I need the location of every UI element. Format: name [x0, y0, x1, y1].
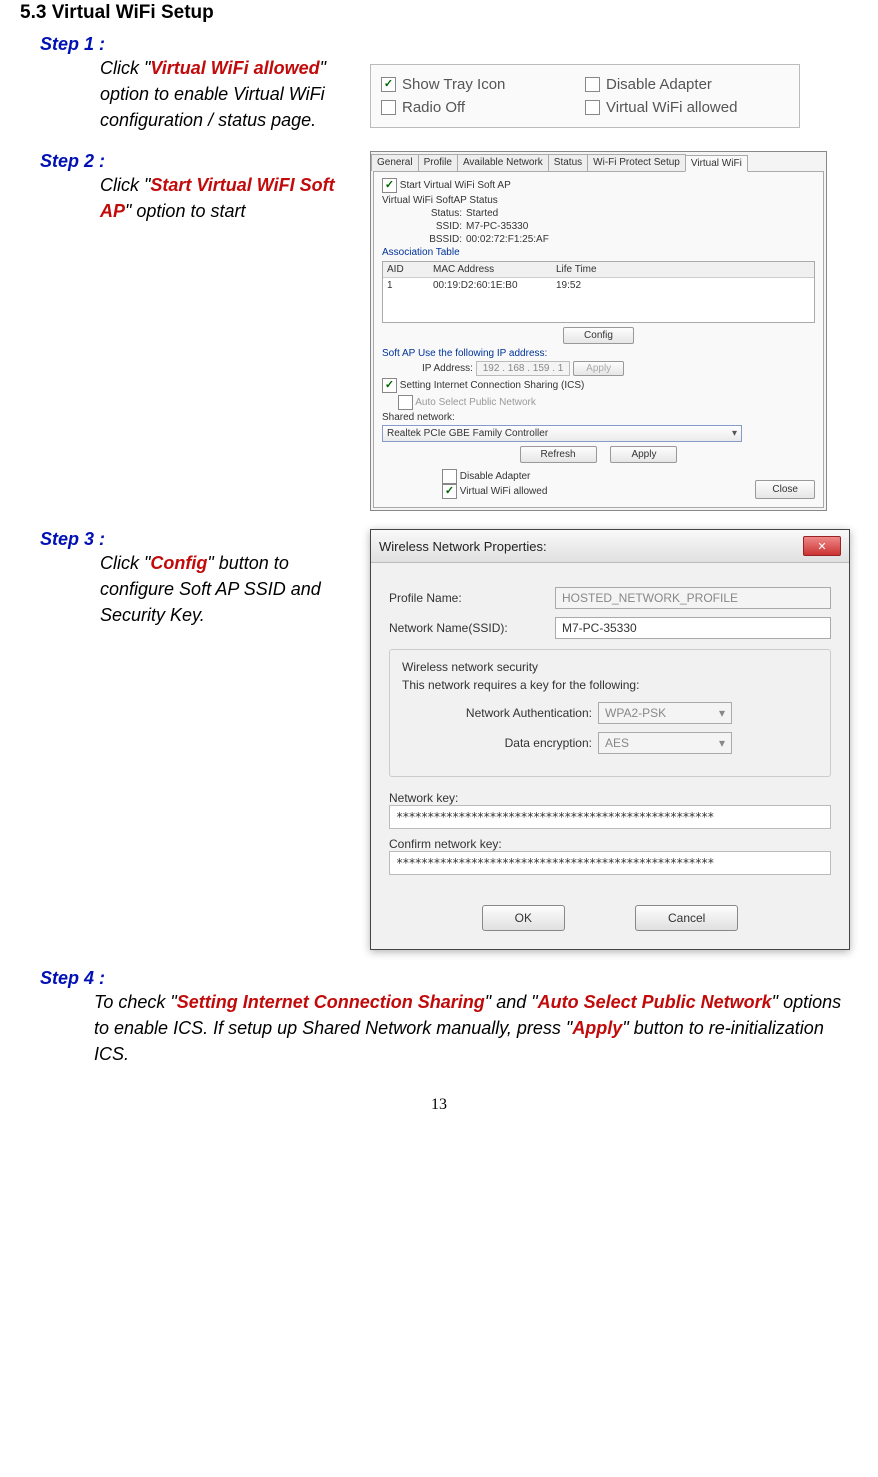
ssid-field-input[interactable]: M7-PC-35330 [555, 617, 831, 639]
s4-t1: To check " [94, 992, 177, 1012]
auth-label: Network Authentication: [402, 706, 592, 720]
bssid-label: BSSID: [422, 234, 462, 245]
status-label: Status: [422, 208, 462, 219]
tab-status[interactable]: Status [548, 154, 588, 171]
s4-r3: Apply [572, 1018, 622, 1038]
checkbox-show-tray[interactable] [381, 77, 396, 92]
network-key-input[interactable]: ****************************************… [389, 805, 831, 829]
ssid-label: SSID: [422, 221, 462, 232]
checkbox-virtual-wifi-2[interactable] [442, 484, 457, 499]
status-title: Virtual WiFi SoftAP Status [382, 195, 815, 206]
close-button[interactable]: Close [755, 480, 815, 499]
step2-post: " option to start [125, 201, 245, 221]
col-mac: MAC Address [429, 262, 552, 277]
ok-button[interactable]: OK [482, 905, 565, 931]
confirm-key-label: Confirm network key: [389, 837, 831, 851]
tab-profile[interactable]: Profile [418, 154, 458, 171]
step3-body: Click "Config" button to configure Soft … [100, 550, 340, 628]
tab-wifi-protect[interactable]: Wi-Fi Protect Setup [587, 154, 686, 171]
refresh-button[interactable]: Refresh [520, 446, 597, 463]
checkbox-disable-adapter[interactable] [585, 77, 600, 92]
step1-pre: Click " [100, 58, 150, 78]
tab-available-network[interactable]: Available Network [457, 154, 549, 171]
col-aid: AID [383, 262, 429, 277]
label-auto-select: Auto Select Public Network [415, 397, 536, 408]
step4-body: To check "Setting Internet Connection Sh… [94, 989, 858, 1067]
security-group-desc: This network requires a key for the foll… [402, 678, 818, 692]
table-row[interactable]: 1 00:19:D2:60:1E:B0 19:52 [383, 278, 814, 293]
security-group-title: Wireless network security [402, 660, 818, 674]
ip-label: IP Address: [422, 363, 473, 374]
ssid-field-label: Network Name(SSID): [389, 621, 549, 635]
checkbox-ics[interactable] [382, 378, 397, 393]
shared-label: Shared network: [382, 412, 815, 423]
step3-heading: Step 3 : [40, 529, 340, 550]
status-value: Started [466, 208, 498, 219]
step2-pre: Click " [100, 175, 150, 195]
ssid-value: M7-PC-35330 [466, 221, 528, 232]
tab-general[interactable]: General [371, 154, 419, 171]
checkbox-virtual-wifi[interactable] [585, 100, 600, 115]
checkbox-start-softap[interactable] [382, 178, 397, 193]
page-number: 13 [20, 1096, 858, 1114]
network-key-label: Network key: [389, 791, 831, 805]
label-disable-adapter: Disable Adapter [606, 76, 712, 93]
step1-heading: Step 1 : [40, 34, 340, 55]
config-button[interactable]: Config [563, 327, 634, 344]
s4-r2: Auto Select Public Network [538, 992, 772, 1012]
fig2-window: General Profile Available Network Status… [370, 151, 827, 511]
step3-pre: Click " [100, 553, 150, 573]
s4-t2: " and " [485, 992, 538, 1012]
close-icon[interactable]: ✕ [803, 536, 841, 556]
dialog-title: Wireless Network Properties: [379, 539, 547, 554]
fig3-dialog: Wireless Network Properties: ✕ Profile N… [370, 529, 850, 950]
apply-ip-button[interactable]: Apply [573, 361, 624, 376]
label-show-tray: Show Tray Icon [402, 76, 505, 93]
cell-mac: 00:19:D2:60:1E:B0 [429, 278, 552, 293]
profile-name-label: Profile Name: [389, 591, 549, 605]
label-disable-adapter-2: Disable Adapter [460, 471, 531, 482]
apply-button[interactable]: Apply [610, 446, 677, 463]
assoc-table: AID MAC Address Life Time 1 00:19:D2:60:… [382, 261, 815, 323]
shared-network-select[interactable]: Realtek PCIe GBE Family Controller [382, 425, 742, 442]
s4-r1: Setting Internet Connection Sharing [177, 992, 485, 1012]
confirm-key-input[interactable]: ****************************************… [389, 851, 831, 875]
label-ics: Setting Internet Connection Sharing (ICS… [400, 380, 585, 391]
ip-input[interactable]: 192 . 168 . 159 . 1 [476, 361, 571, 376]
checkbox-disable-adapter-2[interactable] [442, 469, 457, 484]
section-title: 5.3 Virtual WiFi Setup [20, 2, 858, 24]
step2-heading: Step 2 : [40, 151, 340, 172]
profile-name-input[interactable]: HOSTED_NETWORK_PROFILE [555, 587, 831, 609]
label-virtual-wifi-2: Virtual WiFi allowed [460, 486, 548, 497]
step1-em: Virtual WiFi allowed [150, 58, 319, 78]
enc-label: Data encryption: [402, 736, 592, 750]
step4-heading: Step 4 : [40, 968, 858, 989]
enc-select[interactable]: AES [598, 732, 732, 754]
checkbox-radio-off[interactable] [381, 100, 396, 115]
checkbox-auto-select[interactable] [398, 395, 413, 410]
bssid-value: 00:02:72:F1:25:AF [466, 234, 549, 245]
cell-aid: 1 [383, 278, 429, 293]
cell-life: 19:52 [552, 278, 640, 293]
step2-body: Click "Start Virtual WiFI Soft AP" optio… [100, 172, 340, 224]
auth-select[interactable]: WPA2-PSK [598, 702, 732, 724]
fig1-panel: Show Tray Icon Disable Adapter Radio Off [370, 64, 800, 128]
assoc-title: Association Table [382, 247, 815, 258]
step3-em: Config [150, 553, 207, 573]
tab-virtual-wifi[interactable]: Virtual WiFi [685, 155, 748, 172]
label-virtual-wifi: Virtual WiFi allowed [606, 99, 737, 116]
col-life: Life Time [552, 262, 640, 277]
label-start-softap: Start Virtual WiFi Soft AP [400, 180, 511, 191]
softap-ip-title: Soft AP Use the following IP address: [382, 348, 815, 359]
label-radio-off: Radio Off [402, 99, 465, 116]
step1-body: Click "Virtual WiFi allowed" option to e… [100, 55, 340, 133]
cancel-button[interactable]: Cancel [635, 905, 738, 931]
